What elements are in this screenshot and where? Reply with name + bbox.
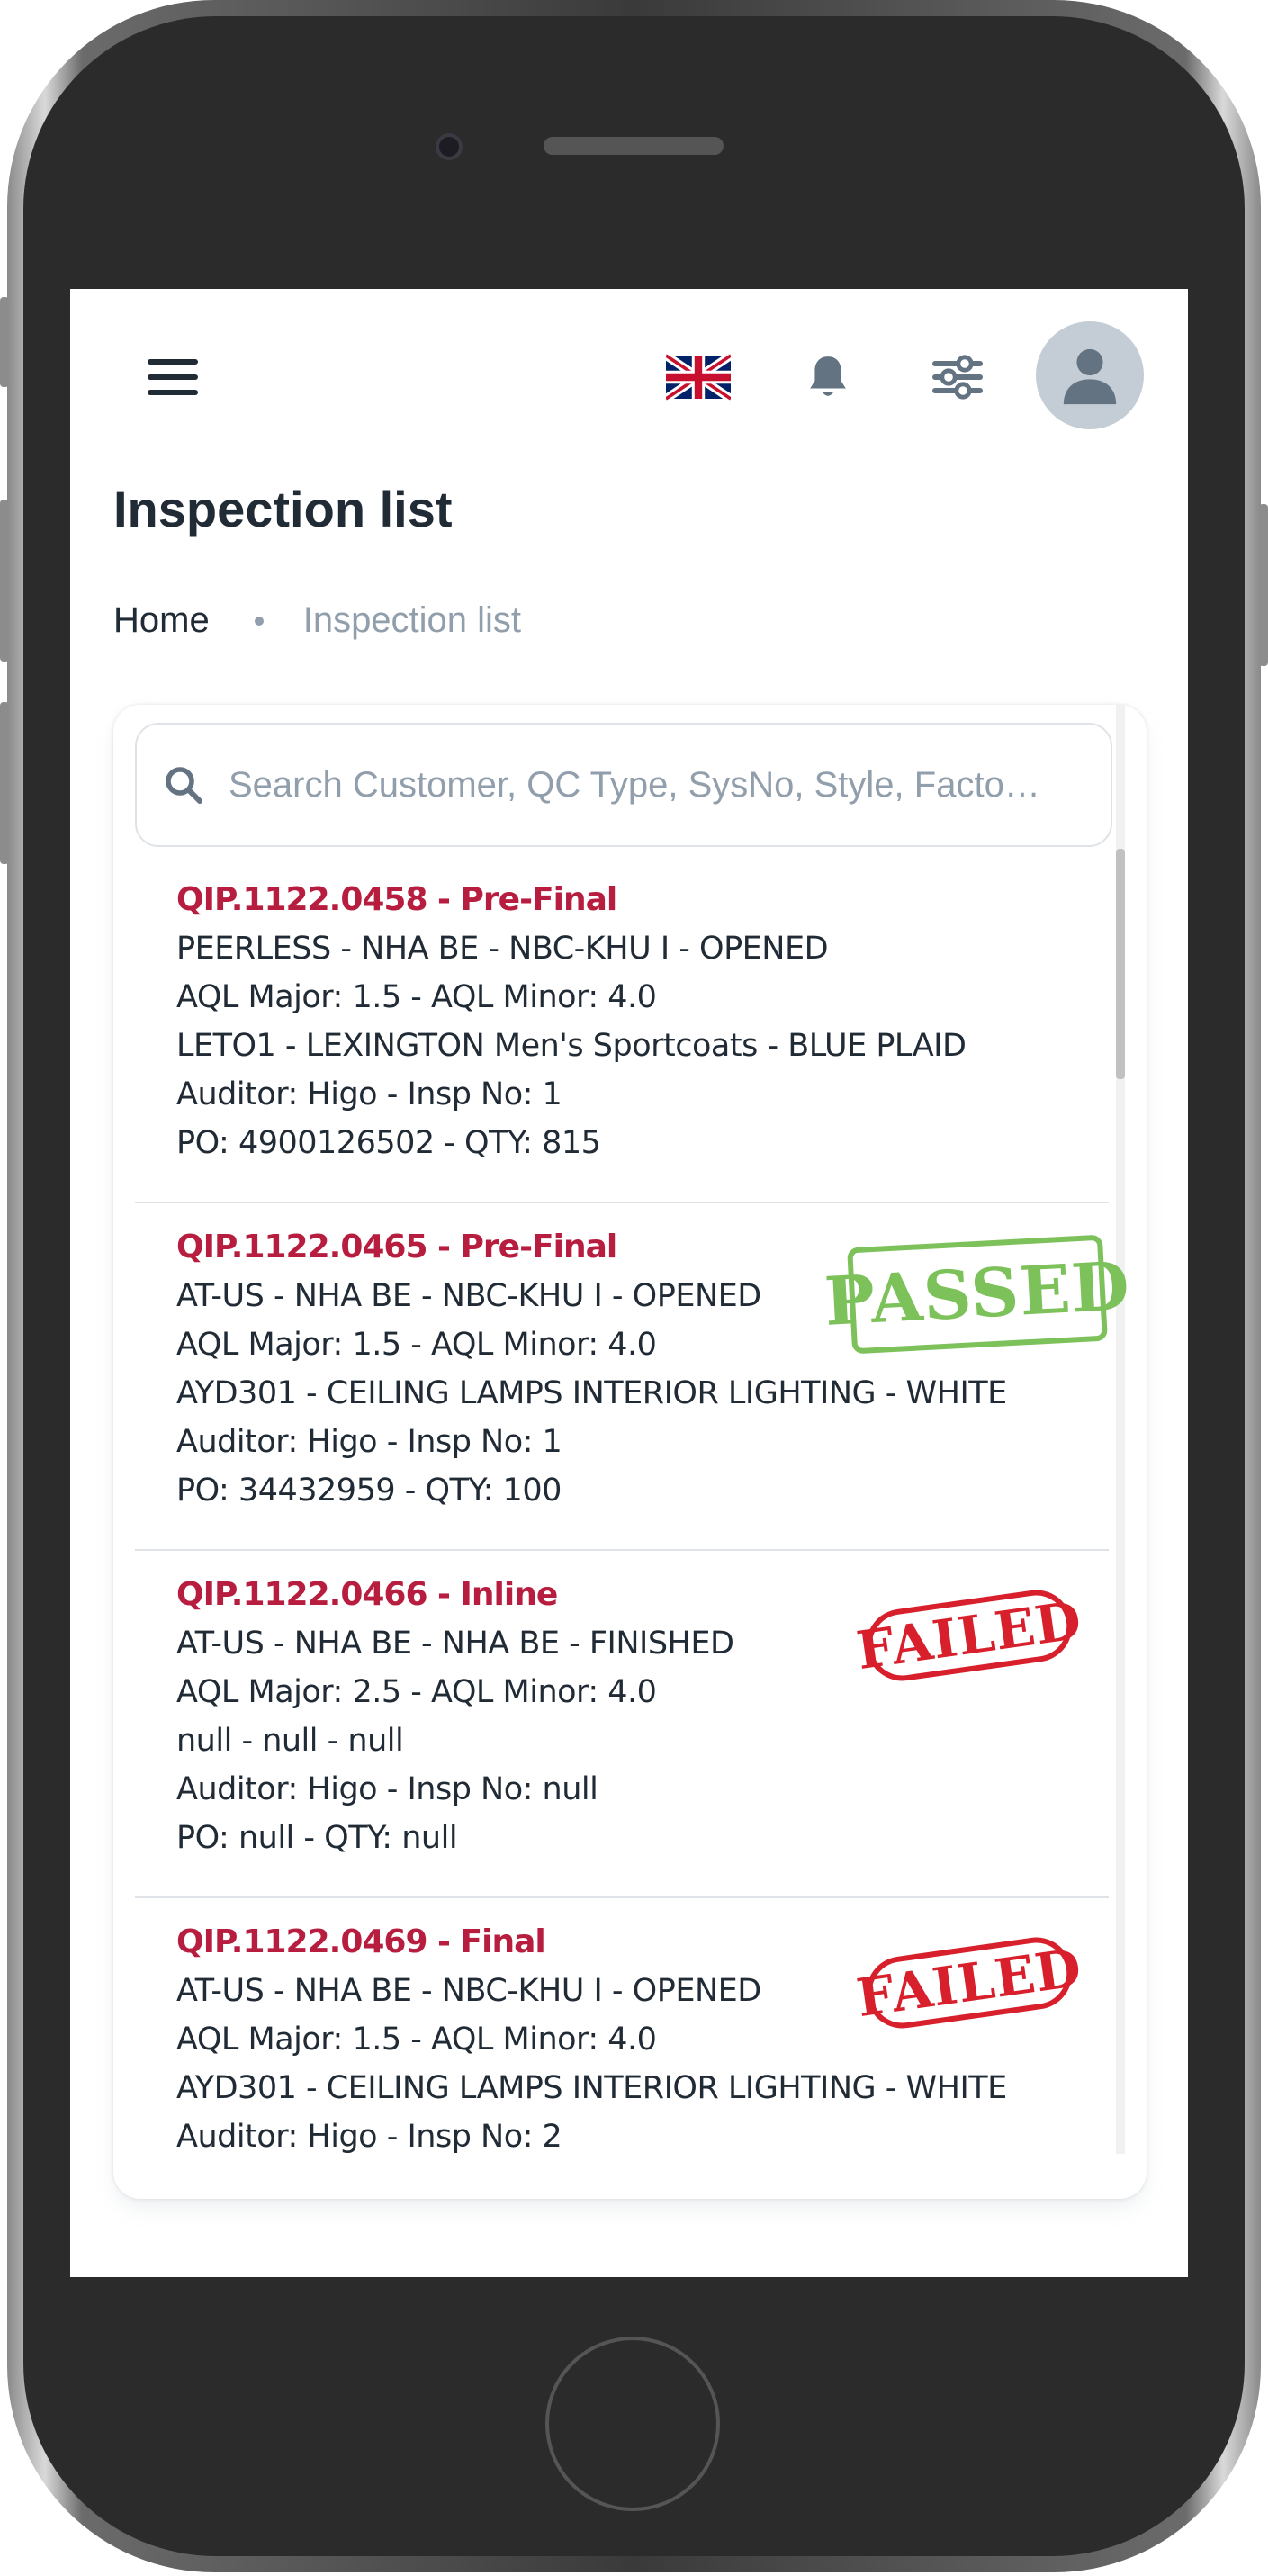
notifications-button[interactable] bbox=[792, 341, 864, 413]
breadcrumb-home-link[interactable]: Home bbox=[113, 600, 210, 641]
inspection-item[interactable]: QIP.1122.0465 - Pre-Final AT-US - NHA BE… bbox=[135, 1203, 1132, 1551]
app-header bbox=[70, 289, 1188, 460]
search-input[interactable] bbox=[227, 763, 1094, 806]
avatar[interactable] bbox=[1036, 321, 1144, 429]
inspection-auditor-line: Auditor: Higo - Insp No: null bbox=[176, 1771, 598, 1807]
inspection-aql-line: AQL Major: 2.5 - AQL Minor: 4.0 bbox=[176, 1674, 657, 1710]
volume-up-button bbox=[0, 500, 9, 662]
inspection-style-line: null - null - null bbox=[176, 1723, 404, 1759]
inspection-customer-line: PEERLESS - NHA BE - NBC-KHU I - OPENED bbox=[176, 931, 829, 967]
mute-switch bbox=[0, 297, 9, 387]
inspection-aql-line: AQL Major: 1.5 - AQL Minor: 4.0 bbox=[176, 979, 657, 1015]
sliders-icon bbox=[932, 355, 983, 400]
inspection-po-line: PO: null - QTY: null bbox=[176, 1820, 458, 1856]
inspection-po-line: PO: 4900126502 - QTY: 815 bbox=[176, 1125, 601, 1161]
volume-down-button bbox=[0, 702, 9, 864]
uk-flag-icon bbox=[666, 354, 731, 401]
breadcrumb: Home Inspection list bbox=[113, 600, 521, 641]
inspection-item[interactable]: QIP.1122.0469 - Final AT-US - NHA BE - N… bbox=[135, 1898, 1109, 2199]
inspection-list: QIP.1122.0458 - Pre-Final PEERLESS - NHA… bbox=[135, 856, 1132, 2199]
front-camera bbox=[436, 133, 463, 160]
breadcrumb-current: Inspection list bbox=[302, 600, 522, 640]
inspection-item[interactable]: QIP.1122.0458 - Pre-Final PEERLESS - NHA… bbox=[135, 856, 1109, 1203]
scrollbar-thumb[interactable] bbox=[1116, 849, 1125, 1079]
inspection-auditor-line: Auditor: Higo - Insp No: 1 bbox=[176, 1076, 562, 1112]
language-button[interactable] bbox=[662, 341, 734, 413]
inspection-aql-line: AQL Major: 1.5 - AQL Minor: 4.0 bbox=[176, 2022, 657, 2058]
page-title: Inspection list bbox=[113, 481, 453, 537]
inspection-title[interactable]: QIP.1122.0458 - Pre-Final bbox=[176, 876, 1109, 924]
settings-button[interactable] bbox=[922, 341, 994, 413]
earpiece-speaker bbox=[544, 137, 724, 155]
hamburger-menu-icon bbox=[148, 359, 198, 395]
inspection-auditor-line: Auditor: Higo - Insp No: 1 bbox=[176, 1424, 562, 1460]
inspection-po-line: PO: 34432959 - QTY: 100 bbox=[176, 1473, 562, 1509]
power-button bbox=[1259, 504, 1268, 666]
search-icon bbox=[160, 761, 207, 808]
menu-button[interactable] bbox=[137, 341, 209, 413]
inspection-auditor-line: Auditor: Higo - Insp No: 2 bbox=[176, 2119, 562, 2155]
inspection-item[interactable]: QIP.1122.0466 - Inline AT-US - NHA BE - … bbox=[135, 1551, 1109, 1898]
home-button bbox=[545, 2337, 720, 2511]
passed-stamp: PASSED bbox=[823, 1234, 1132, 1355]
inspection-style-line: AYD301 - CEILING LAMPS INTERIOR LIGHTING… bbox=[176, 2070, 1007, 2106]
bell-icon bbox=[810, 356, 846, 396]
breadcrumb-separator bbox=[254, 616, 264, 626]
inspection-style-line: AYD301 - CEILING LAMPS INTERIOR LIGHTING… bbox=[176, 1375, 1007, 1411]
user-avatar-icon bbox=[1063, 348, 1117, 405]
search-box bbox=[135, 723, 1112, 847]
inspection-style-line: LETO1 - LEXINGTON Men's Sportcoats - BLU… bbox=[176, 1028, 967, 1064]
app-screen: Inspection list Home Inspection list QIP… bbox=[70, 289, 1188, 2277]
inspection-list-card: QIP.1122.0458 - Pre-Final PEERLESS - NHA… bbox=[113, 705, 1147, 2199]
